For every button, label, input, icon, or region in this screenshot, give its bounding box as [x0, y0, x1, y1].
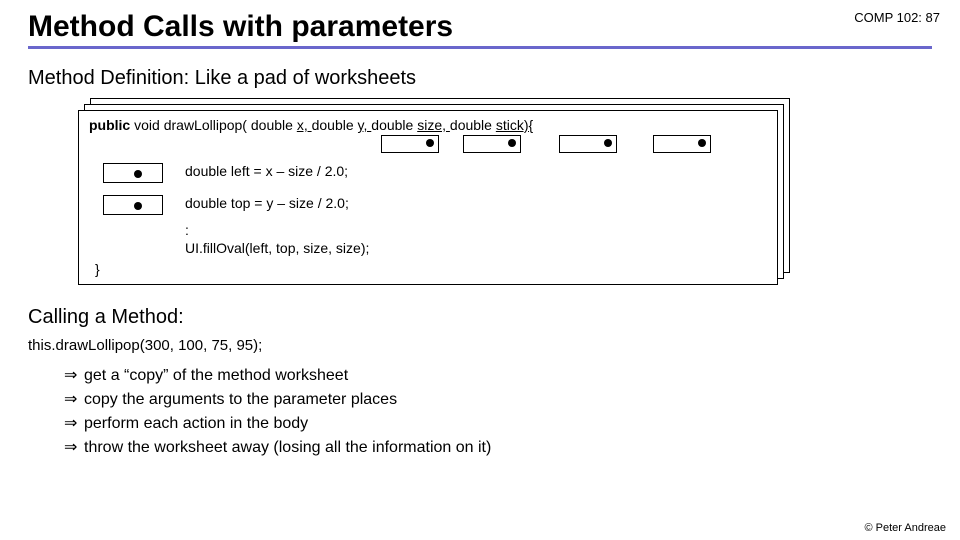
dot-icon	[134, 170, 142, 178]
param-slots	[89, 135, 767, 157]
param-slot-size	[559, 135, 617, 153]
local-slot-top	[103, 195, 163, 215]
call-expression: this.drawLollipop(300, 100, 75, 95);	[28, 337, 932, 354]
code-line-left: double left = x – size / 2.0;	[185, 163, 348, 179]
call-steps: ⇒get a “copy” of the method worksheet ⇒c…	[64, 364, 932, 460]
code-close-brace: }	[95, 261, 767, 277]
param-slot-x	[381, 135, 439, 153]
dot-icon	[604, 139, 612, 147]
local-top-row: double top = y – size / 2.0;	[89, 195, 767, 221]
dot-icon	[426, 139, 434, 147]
param-slot-stick	[653, 135, 711, 153]
local-left-row: double left = x – size / 2.0;	[89, 163, 767, 189]
step-1: ⇒get a “copy” of the method worksheet	[64, 364, 932, 388]
arrow-icon: ⇒	[64, 364, 84, 388]
arrow-icon: ⇒	[64, 388, 84, 412]
arrow-icon: ⇒	[64, 412, 84, 436]
section-calling: Calling a Method:	[28, 306, 932, 329]
dot-icon	[134, 202, 142, 210]
param-slot-y	[463, 135, 521, 153]
slide-title: Method Calls with parameters	[28, 10, 932, 49]
dot-icon	[508, 139, 516, 147]
step-2: ⇒copy the arguments to the parameter pla…	[64, 388, 932, 412]
dot-icon	[698, 139, 706, 147]
arrow-icon: ⇒	[64, 436, 84, 460]
code-line-filloval: UI.fillOval(left, top, size, size);	[185, 239, 767, 257]
course-number: COMP 102: 87	[854, 10, 940, 25]
copyright: © Peter Andreae	[865, 522, 947, 534]
step-4: ⇒throw the worksheet away (losing all th…	[64, 436, 932, 460]
section-method-def: Method Definition: Like a pad of workshe…	[28, 67, 932, 90]
slide: COMP 102: 87 Method Calls with parameter…	[0, 0, 960, 540]
worksheet-pad: public void drawLollipop( double x, doub…	[78, 98, 798, 288]
method-signature: public void drawLollipop( double x, doub…	[89, 117, 767, 133]
code-line-top: double top = y – size / 2.0;	[185, 195, 349, 211]
step-3: ⇒perform each action in the body	[64, 412, 932, 436]
local-slot-left	[103, 163, 163, 183]
code-line-colon: :	[185, 221, 767, 239]
worksheet-front: public void drawLollipop( double x, doub…	[78, 110, 778, 285]
